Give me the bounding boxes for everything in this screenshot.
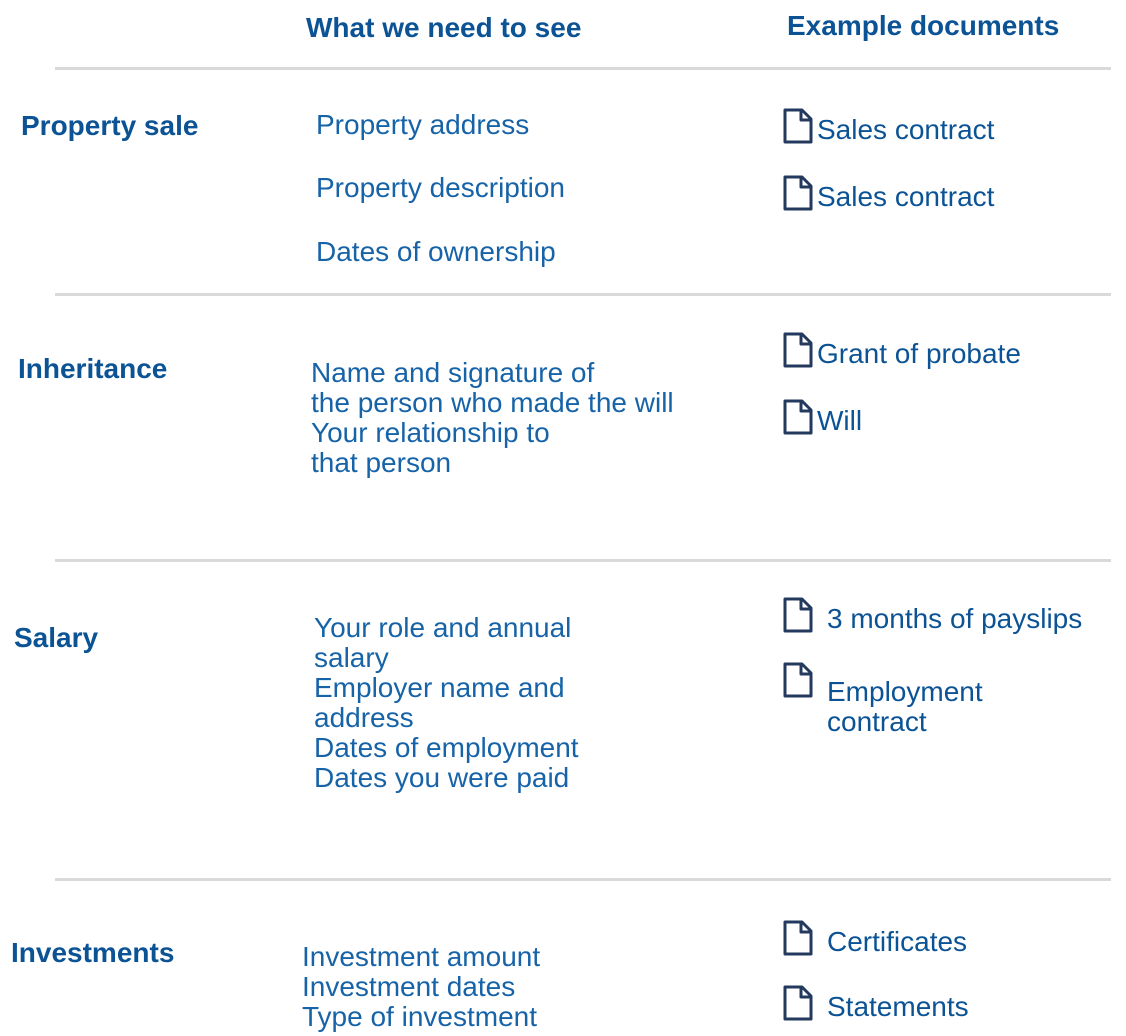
divider [55, 559, 1111, 562]
column-header-requirements: What we need to see [306, 12, 582, 43]
requirement-item: Dates you were paid [314, 762, 570, 793]
document-link-sales-contract[interactable]: Sales contract [783, 108, 994, 145]
requirement-item: address [314, 702, 414, 733]
requirement-item: Dates of ownership [316, 236, 556, 267]
document-label: Statements [827, 991, 969, 1022]
document-icon [783, 108, 813, 144]
divider [55, 67, 1111, 70]
category-property-sale: Property sale [21, 110, 199, 141]
requirements-list: Your role and annual salary Employer nam… [314, 613, 579, 793]
document-icon [783, 332, 813, 368]
requirement-item: salary [314, 642, 389, 673]
requirement-item: Property description [316, 172, 566, 203]
document-label: Grant of probate [817, 338, 1021, 369]
document-link-statements[interactable]: Statements [783, 985, 969, 1022]
divider [55, 293, 1111, 296]
column-header-documents: Example documents [787, 10, 1060, 41]
divider [55, 878, 1111, 881]
document-icon [783, 662, 813, 698]
category-inheritance: Inheritance [18, 353, 168, 384]
document-label: Employment contract [827, 676, 983, 737]
requirement-item: Your relationship to [311, 417, 550, 448]
requirement-item: Name and signature of [311, 357, 595, 388]
document-link-will[interactable]: Will [783, 399, 862, 436]
document-link-employment-contract[interactable]: Employment contract [783, 662, 1027, 737]
document-label: Sales contract [817, 114, 995, 145]
document-icon [783, 597, 813, 633]
document-label: 3 months of payslips [827, 603, 1083, 634]
document-link-sales-contract[interactable]: Sales contract [783, 175, 994, 212]
requirement-item: that person [311, 447, 452, 478]
requirements-list: Investment amount Investment dates Type … [302, 942, 540, 1032]
document-icon [783, 399, 813, 435]
requirement-item: the person who made the will [311, 387, 674, 418]
document-label: Will [817, 405, 863, 436]
requirement-item: Investment amount [302, 941, 541, 972]
requirement-item: Property address [316, 109, 530, 140]
requirement-item: Your role and annual [314, 612, 572, 643]
document-link-certificates[interactable]: Certificates [783, 920, 967, 957]
category-investments: Investments [11, 937, 175, 968]
document-label: Sales contract [817, 181, 995, 212]
document-icon [783, 985, 813, 1021]
document-label: Certificates [827, 926, 968, 957]
document-link-payslips[interactable]: 3 months of payslips [783, 597, 1082, 634]
requirement-item: Employer name and [314, 672, 565, 703]
document-link-grant-of-probate[interactable]: Grant of probate [783, 332, 1021, 369]
requirement-item: Investment dates [302, 971, 516, 1002]
category-salary: Salary [14, 622, 99, 653]
document-icon [783, 920, 813, 956]
document-icon [783, 175, 813, 211]
requirements-list: Name and signature of the person who mad… [311, 358, 674, 478]
requirement-item: Type of investment [302, 1001, 538, 1032]
requirement-item: Dates of employment [314, 732, 579, 763]
